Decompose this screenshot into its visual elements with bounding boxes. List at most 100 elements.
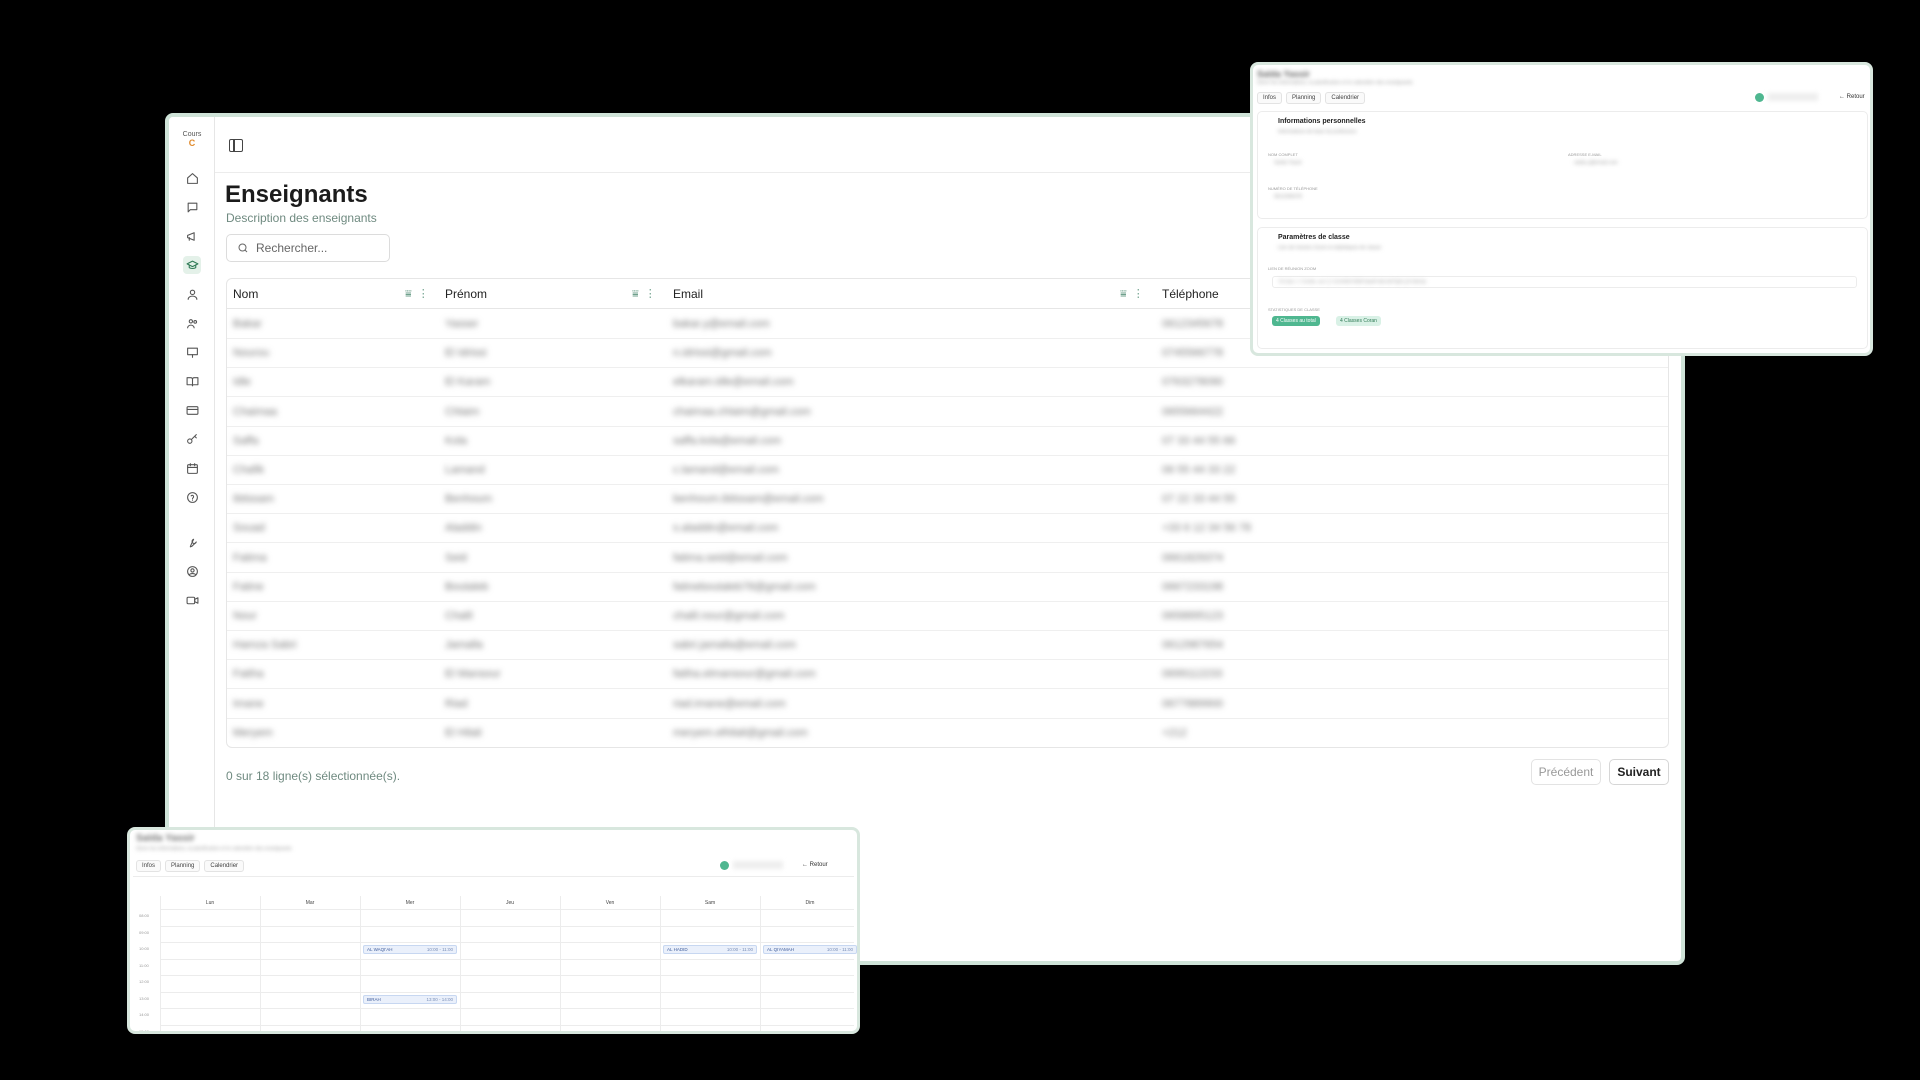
sidebar-item-classes[interactable] [183, 343, 201, 361]
sidebar-item-payments[interactable] [183, 401, 201, 419]
sidebar-item-access[interactable] [183, 430, 201, 448]
home-icon [186, 172, 198, 184]
table-cell: El Idrissi [445, 347, 487, 360]
sidebar-item-announcements[interactable] [183, 227, 201, 245]
previous-page-button[interactable]: Précédent [1531, 759, 1601, 785]
stat-quran-classes: 4 Classes Coran [1336, 316, 1381, 326]
search-input[interactable] [256, 241, 376, 255]
table-row[interactable]: Chafik Lamand c.lamand@email.com 06 55 44 3… [227, 456, 1668, 485]
tab-planning[interactable]: Planning [1286, 92, 1322, 104]
table-row[interactable]: Meryem El Hilali meryem.elhilali@gmail.com… [227, 719, 1668, 747]
filter-icon[interactable]: ⩸ [1120, 288, 1127, 300]
table-row[interactable]: Ibtissam Benhoum benhoum.ibtissam@email.co… [227, 485, 1668, 515]
more-vertical-icon[interactable]: ⋮ [418, 288, 429, 300]
credit-card-icon [186, 405, 198, 415]
column-header-telephone[interactable]: Téléphone [1162, 279, 1219, 309]
table-cell: Riad [445, 697, 468, 710]
table-row[interactable]: Nour Chalil chalil.nour@gmail.com 065889512… [227, 602, 1668, 631]
table-cell: Boutaleb [445, 580, 489, 593]
calendar-hour-label: 14:00 [139, 1012, 150, 1017]
column-header-prenom[interactable]: Prénom [445, 279, 487, 309]
table-cell: s.aladdin@email.com [673, 522, 779, 535]
back-label: Retour [809, 862, 828, 868]
personal-info-title: Informations personnelles [1278, 118, 1366, 125]
sidebar-item-home[interactable] [183, 169, 201, 187]
tab-infos[interactable]: Infos [1257, 92, 1283, 104]
calendar-hour-label: 10:00 [139, 946, 150, 951]
table-cell: El Karam [445, 376, 491, 389]
column-header-nom[interactable]: Nom [233, 279, 258, 309]
sidebar-item-tools[interactable] [183, 533, 201, 551]
table-row[interactable]: Chaimaa Chlaim chaimaa.chlaim@gmail.com 065… [227, 398, 1668, 427]
sidebar-item-calendar[interactable] [183, 459, 201, 477]
tab-calendrier[interactable]: Calendrier [204, 860, 245, 872]
phone-value: 0612345678 [1274, 194, 1302, 200]
table-cell: saffa.kola@email.com [673, 434, 782, 447]
back-button[interactable]: ← Retour [802, 862, 828, 868]
sidebar-item-profile[interactable] [183, 562, 201, 580]
calendar-event[interactable]: BIRAH 13:00 - 14:00 [363, 994, 457, 1004]
sidebar-item-teachers[interactable] [183, 256, 201, 274]
tab-calendrier[interactable]: Calendrier [1325, 92, 1366, 104]
message-icon [187, 202, 197, 212]
calendar-tabs: Infos Planning Calendrier [136, 860, 245, 872]
calendar-subtitle: Gérer les informations, la planification… [136, 846, 292, 852]
calendar-hour-line [160, 975, 854, 976]
sidebar-item-courses[interactable] [183, 372, 201, 390]
calendar-day-header: Mer [405, 900, 415, 906]
table-cell: 0699112233 [1162, 668, 1223, 681]
table-row[interactable]: Hamza Sabri Jamalla sabri.jamalla@email.co… [227, 631, 1668, 661]
calendar-column-line [760, 896, 761, 1031]
sidebar-toggle-icon[interactable] [229, 139, 243, 152]
logo-mark: C [188, 138, 196, 148]
more-vertical-icon[interactable]: ⋮ [1133, 288, 1144, 300]
zoom-link-field[interactable]: https://zoom.us/j/1234567890?pwd=abcdefg… [1272, 276, 1857, 288]
table-cell: fatineboutaleb78@gmail.com [673, 580, 816, 593]
sidebar-item-video[interactable] [183, 591, 201, 609]
search-box[interactable] [226, 234, 390, 262]
filter-icon[interactable]: ⩸ [405, 288, 412, 300]
calendar-event[interactable]: AL QIYAMAH 10:00 - 11:00 [763, 945, 857, 954]
table-cell: 0655664422 [1162, 405, 1224, 418]
column-header-email[interactable]: Email [673, 279, 703, 309]
table-row[interactable]: Fatima Seid fatima.seid@email.com 066182937… [227, 544, 1668, 573]
video-icon [186, 596, 198, 604]
app-logo[interactable]: Cours C [179, 131, 205, 149]
sidebar-item-messages[interactable] [183, 198, 201, 216]
sidebar-item-help[interactable] [183, 488, 201, 506]
table-row[interactable]: Fatiha El Mansour fatiha.elmansour@gmail.c… [227, 660, 1668, 690]
column-tools-nom: ⩸ ⋮ [405, 288, 429, 300]
class-settings-subtitle: Lien de réunion Zoom et statistiques de … [1278, 245, 1382, 251]
sidebar-item-parents[interactable] [183, 314, 201, 332]
table-cell: n.idrissi@gmail.com [673, 347, 772, 360]
table-cell: chaimaa.chlaim@gmail.com [673, 405, 811, 418]
back-button[interactable]: ← Retour [1839, 94, 1865, 100]
calendar-day-header: Jeu [505, 900, 515, 906]
calendar-column-line [460, 896, 461, 1031]
user-circle-icon [186, 565, 198, 577]
event-time: 10:00 - 11:00 [726, 947, 753, 952]
table-row[interactable]: Saffa Kola saffa.kola@email.com 07 33 44 55… [227, 427, 1668, 456]
table-cell: elkaram.idle@email.com [673, 376, 794, 389]
filter-icon[interactable]: ⩸ [632, 288, 639, 300]
table-cell: Nourou [233, 347, 270, 360]
table-row[interactable]: Souad Aladdin s.aladdin@email.com +33 6 12 … [227, 514, 1668, 544]
teacher-calendar-panel: Saïda Yassir Gérer les informations, la … [127, 827, 860, 1034]
sidebar-item-students[interactable] [183, 285, 201, 303]
more-vertical-icon[interactable]: ⋮ [645, 288, 656, 300]
table-row[interactable]: Fatine Boutaleb fatineboutaleb78@gmail.com… [227, 573, 1668, 602]
table-cell: Saffa [233, 434, 259, 447]
calendar-event[interactable]: AL HADID 10:00 - 11:00 [663, 945, 757, 954]
calendar-event[interactable]: AL WAQI'AH 10:00 - 11:00 [363, 945, 457, 954]
table-row[interactable]: Idle El Karam elkaram.idle@email.com 076327… [227, 368, 1668, 398]
next-page-button[interactable]: Suivant [1609, 759, 1669, 785]
table-cell: Fatima [233, 551, 267, 564]
calendar-column-line [660, 896, 661, 1031]
page-description: Description des enseignants [226, 211, 377, 225]
column-tools-prenom: ⩸ ⋮ [632, 288, 656, 300]
help-circle-icon [186, 491, 198, 503]
tab-infos[interactable]: Infos [136, 860, 162, 872]
tab-planning[interactable]: Planning [165, 860, 201, 872]
table-cell: Souad [233, 522, 265, 535]
table-row[interactable]: Imane Riad riad.imane@email.com 0677889900 [227, 690, 1668, 719]
